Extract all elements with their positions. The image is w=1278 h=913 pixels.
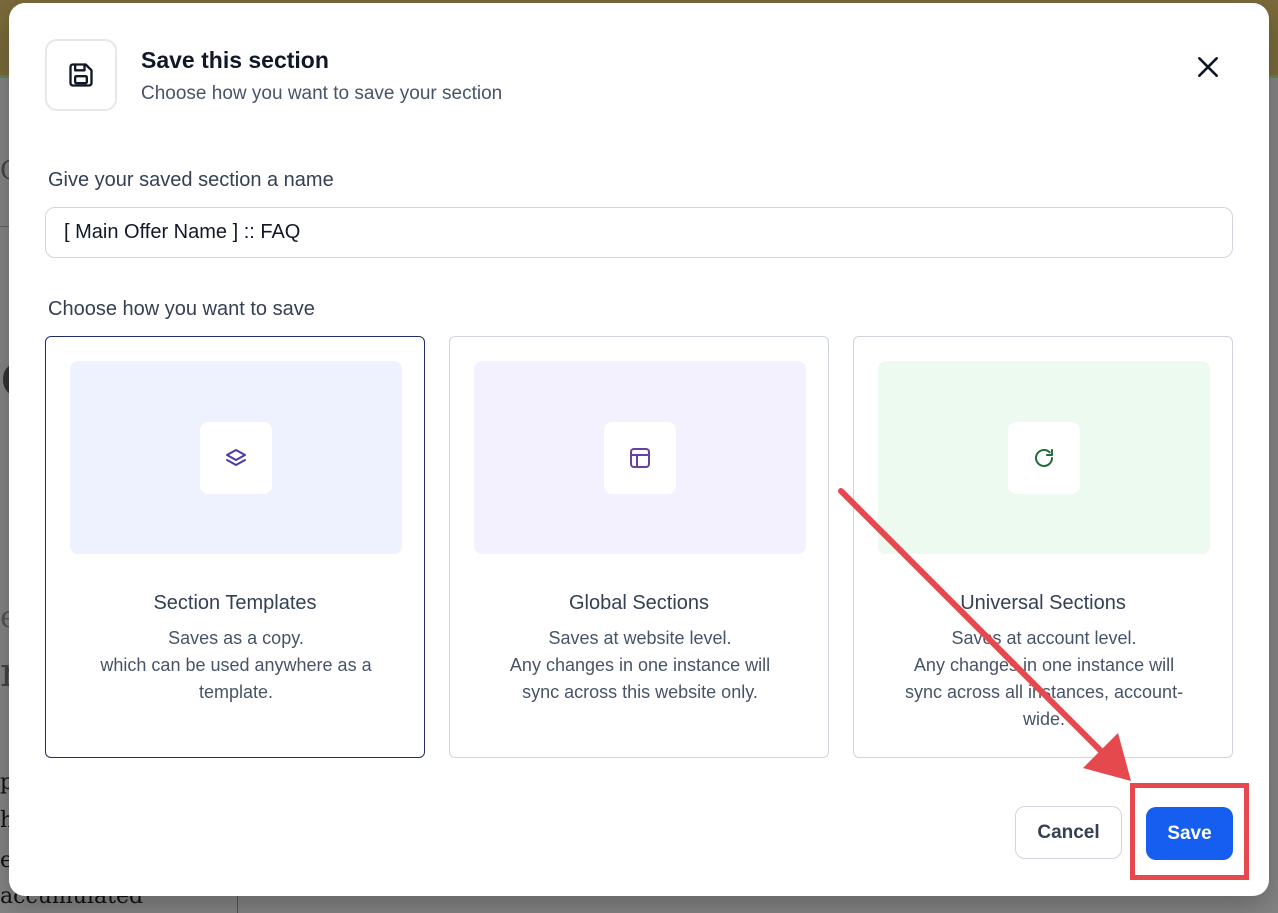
option-section-templates[interactable]: Section Templates Saves as a copy. which… — [45, 336, 425, 758]
section-name-input[interactable] — [45, 207, 1233, 258]
option-global-sections[interactable]: Global Sections Saves at website level. … — [449, 336, 829, 758]
layers-icon — [226, 448, 246, 466]
option-description: Saves as a copy. which can be used anywh… — [66, 625, 406, 706]
dialog-subtitle: Choose how you want to save your section — [141, 83, 503, 104]
refresh-icon — [1035, 448, 1053, 467]
save-section-dialog: Save this section Choose how you want to… — [9, 3, 1269, 896]
option-description: Saves at website level. Any changes in o… — [470, 625, 810, 706]
option-description-line: Any changes in one instance will — [509, 655, 771, 675]
icon-tile — [1008, 421, 1080, 494]
option-description-line: Saves at account level. — [951, 628, 1137, 648]
option-description-line: Saves at website level. — [548, 628, 732, 648]
icon-tile — [200, 421, 272, 494]
cancel-button[interactable]: Cancel — [1015, 806, 1122, 859]
save-method-label: Choose how you want to save — [48, 298, 315, 320]
option-description-line: which can be used anywhere as a — [100, 655, 372, 675]
card-preview — [878, 361, 1210, 554]
save-floppy-icon — [69, 63, 93, 87]
option-description: Saves at account level. Any changes in o… — [874, 625, 1214, 733]
card-preview — [474, 361, 806, 554]
option-title: Global Sections — [568, 592, 710, 614]
dialog-title: Save this section — [141, 47, 329, 73]
option-description-line: wide. — [1022, 709, 1066, 729]
option-description-line: Saves as a copy. — [168, 628, 304, 648]
icon-tile — [604, 421, 676, 494]
option-description-line: sync across all instances, account- — [904, 682, 1184, 702]
option-description-line: template. — [198, 682, 274, 702]
header-icon-box — [45, 39, 117, 111]
layout-icon — [630, 447, 650, 468]
option-description-line: Any changes in one instance will — [913, 655, 1175, 675]
option-description-line: sync across this website only. — [522, 682, 758, 702]
option-title: Universal Sections — [960, 592, 1126, 614]
option-title: Section Templates — [153, 592, 317, 614]
section-name-label: Give your saved section a name — [48, 169, 334, 191]
option-universal-sections[interactable]: Universal Sections Saves at account leve… — [853, 336, 1233, 758]
close-button[interactable] — [1190, 49, 1226, 85]
close-icon — [1198, 57, 1218, 77]
annotation-highlight-box — [1130, 783, 1249, 880]
card-preview — [70, 361, 402, 554]
